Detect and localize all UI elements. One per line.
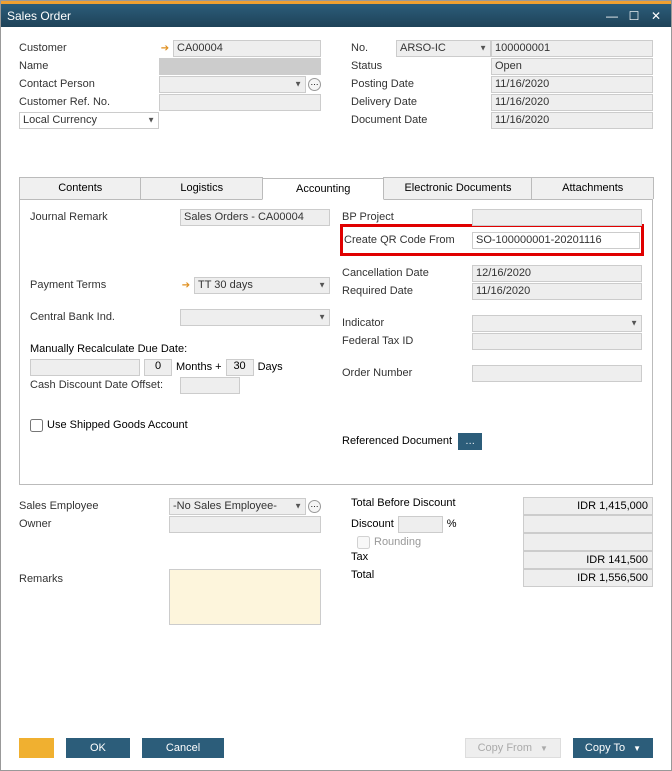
man-recalc-base-field[interactable] (30, 359, 140, 376)
journal-remark-field[interactable]: Sales Orders - CA00004 (180, 209, 330, 226)
percent-sign: % (447, 518, 457, 530)
federal-tax-id-field[interactable] (472, 333, 642, 350)
tab-attachments[interactable]: Attachments (531, 177, 653, 199)
status-label: Status (351, 60, 491, 72)
tax-value: IDR 141,500 (523, 551, 653, 569)
sales-employee-label: Sales Employee (19, 500, 169, 512)
name-label: Name (19, 60, 159, 72)
tax-label: Tax (351, 551, 523, 569)
remarks-field[interactable] (169, 569, 321, 625)
customer-label: Customer (19, 42, 159, 54)
man-recalc-label: Manually Recalculate Due Date: (30, 343, 187, 355)
cancellation-date-field[interactable]: 12/16/2020 (472, 265, 642, 282)
contact-dropdown[interactable] (159, 76, 306, 93)
cash-discount-offset-label: Cash Discount Date Offset: (30, 379, 180, 391)
days-label: Days (258, 361, 283, 373)
payment-terms-dropdown[interactable]: TT 30 days (194, 277, 330, 294)
required-date-field[interactable]: 11/16/2020 (472, 283, 642, 300)
federal-tax-id-label: Federal Tax ID (342, 335, 472, 347)
posting-date-field[interactable]: 11/16/2020 (491, 76, 653, 93)
currency-dropdown[interactable]: Local Currency (19, 112, 159, 129)
central-bank-label: Central Bank Ind. (30, 311, 180, 323)
payment-terms-label: Payment Terms (30, 279, 180, 291)
document-date-field[interactable]: 11/16/2020 (491, 112, 653, 129)
no-label: No. (351, 42, 396, 54)
copy-to-button[interactable]: Copy To▼ (573, 738, 653, 758)
qr-highlight: Create QR Code From SO-100000001-2020111… (340, 224, 644, 256)
chevron-down-icon: ▼ (540, 744, 548, 753)
days-field[interactable]: 30 (226, 359, 254, 376)
discount-value (523, 515, 653, 533)
custref-field[interactable] (159, 94, 321, 111)
central-bank-dropdown[interactable] (180, 309, 330, 326)
cash-discount-offset-field[interactable] (180, 377, 240, 394)
custref-label: Customer Ref. No. (19, 96, 159, 108)
tab-contents[interactable]: Contents (19, 177, 141, 199)
posting-date-label: Posting Date (351, 78, 491, 90)
sales-employee-details-icon[interactable]: ⋯ (308, 500, 321, 513)
document-date-label: Document Date (351, 114, 491, 126)
ok-button[interactable]: OK (66, 738, 130, 758)
total-before-discount-value: IDR 1,415,000 (523, 497, 653, 515)
months-field[interactable]: 0 (144, 359, 172, 376)
chevron-down-icon: ▼ (633, 744, 641, 753)
series-dropdown[interactable]: ARSO-IC (396, 40, 491, 57)
link-arrow-icon[interactable]: ➔ (159, 42, 171, 54)
bp-project-field[interactable] (472, 209, 642, 226)
sales-employee-dropdown[interactable]: -No Sales Employee- (169, 498, 306, 515)
indicator-dropdown[interactable] (472, 315, 642, 332)
order-number-field[interactable] (472, 365, 642, 382)
header-left: Customer ➔ CA00004 Name Contact Person ⋯… (19, 39, 321, 129)
status-indicator (19, 738, 54, 758)
rounding-value (523, 533, 653, 551)
tab-strip: Contents Logistics Accounting Electronic… (19, 177, 653, 200)
use-shipped-goods-checkbox[interactable] (30, 419, 43, 432)
docnum-field[interactable]: 100000001 (491, 40, 653, 57)
months-label: Months + (176, 361, 222, 373)
tab-electronic-documents[interactable]: Electronic Documents (383, 177, 532, 199)
discount-label: Discount (351, 518, 394, 530)
customer-field[interactable]: CA00004 (173, 40, 321, 57)
bp-project-label: BP Project (342, 211, 472, 223)
owner-field[interactable] (169, 516, 321, 533)
indicator-label: Indicator (342, 317, 472, 329)
total-label: Total (351, 569, 523, 587)
minimize-button[interactable]: — (603, 8, 621, 24)
name-field[interactable] (159, 58, 321, 75)
use-shipped-goods-label: Use Shipped Goods Account (47, 419, 188, 431)
maximize-button[interactable]: ☐ (625, 8, 643, 24)
cancel-button[interactable]: Cancel (142, 738, 224, 758)
discount-percent-field[interactable] (398, 516, 443, 533)
tab-logistics[interactable]: Logistics (140, 177, 262, 199)
delivery-date-field[interactable]: 11/16/2020 (491, 94, 653, 111)
delivery-date-label: Delivery Date (351, 96, 491, 108)
status-field: Open (491, 58, 653, 75)
rounding-label: Rounding (374, 536, 421, 548)
referenced-document-button[interactable]: … (458, 433, 482, 450)
link-arrow-icon[interactable]: ➔ (180, 279, 192, 291)
rounding-checkbox (357, 536, 370, 549)
header-right: No. ARSO-IC 100000001 Status Open Postin… (351, 39, 653, 129)
order-number-label: Order Number (342, 367, 472, 379)
required-date-label: Required Date (342, 285, 472, 297)
title-bar: Sales Order — ☐ ✕ (1, 1, 671, 27)
remarks-label: Remarks (19, 569, 169, 625)
total-value: IDR 1,556,500 (523, 569, 653, 587)
referenced-document-label: Referenced Document (342, 435, 452, 447)
total-before-discount-label: Total Before Discount (351, 497, 523, 515)
contact-details-icon[interactable]: ⋯ (308, 78, 321, 91)
tab-accounting[interactable]: Accounting (262, 178, 384, 200)
close-button[interactable]: ✕ (647, 8, 665, 24)
cancellation-date-label: Cancellation Date (342, 267, 472, 279)
copy-from-button[interactable]: Copy From▼ (465, 738, 561, 758)
journal-remark-label: Journal Remark (30, 211, 180, 223)
tab-body-accounting: Journal Remark Sales Orders - CA00004 Pa… (19, 200, 653, 485)
window-title: Sales Order (7, 9, 599, 23)
owner-label: Owner (19, 518, 169, 530)
qr-code-field[interactable]: SO-100000001-20201116 (472, 232, 640, 249)
contact-label: Contact Person (19, 78, 159, 90)
qr-code-label: Create QR Code From (344, 234, 472, 246)
